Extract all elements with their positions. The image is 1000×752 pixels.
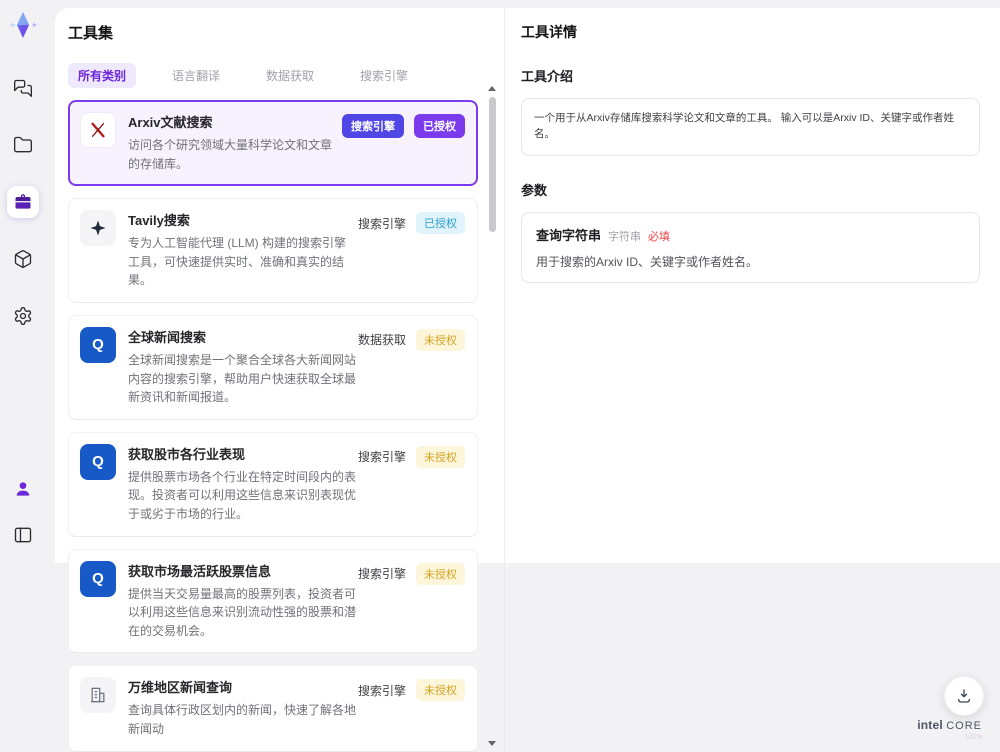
tool-status-badge: 已授权	[416, 212, 465, 234]
tool-category-badge: 数据获取	[358, 331, 406, 348]
tool-card[interactable]: 万维地区新闻查询 查询具体行政区划内的新闻，快速了解各地新闻动 搜索引擎 未授权	[68, 665, 478, 751]
tool-description: 访问各个研究领域大量科学论文和文章的存储库。	[128, 136, 342, 173]
tool-status-badge: 未授权	[416, 446, 465, 468]
params-heading: 参数	[521, 180, 980, 199]
category-tab[interactable]: 搜索引擎	[350, 63, 418, 88]
tool-name: 获取股市各行业表现	[128, 444, 358, 463]
detail-panel: 工具详情 工具介绍 一个用于从Arxiv存储库搜索科学论文和文章的工具。 输入可…	[505, 8, 1000, 752]
detail-title: 工具详情	[521, 22, 980, 42]
tool-status-badge: 已授权	[414, 114, 465, 138]
tool-description: 提供当天交易量最高的股票列表，投资者可以利用这些信息来识别流动性强的股票和潜在的…	[128, 585, 358, 641]
profile-avatar-icon[interactable]	[7, 473, 39, 505]
sidebar	[0, 0, 45, 563]
sidebar-item-chat[interactable]	[7, 72, 39, 104]
param-description: 用于搜索的Arxiv ID、关键字或作者姓名。	[536, 253, 965, 270]
tool-icon: Q	[80, 444, 116, 480]
tool-list: Arxiv文献搜索 访问各个研究领域大量科学论文和文章的存储库。 搜索引擎 已授…	[68, 100, 478, 752]
scrollbar[interactable]	[487, 86, 497, 746]
news-logo-icon: Q	[92, 336, 104, 353]
param-required-badge: 必填	[648, 228, 670, 244]
tool-icon: Q	[80, 327, 116, 363]
tools-panel: 工具集 所有类别语言翻译数据获取搜索引擎 Arxiv文献搜索 访问各个研究领域大…	[55, 8, 505, 752]
page-title: 工具集	[68, 22, 504, 43]
intro-box: 一个用于从Arxiv存储库搜索科学论文和文章的工具。 输入可以是Arxiv ID…	[521, 98, 980, 156]
arxiv-icon	[88, 120, 108, 140]
tavily-star-icon	[88, 218, 108, 238]
category-tabs: 所有类别 语言翻译 数据获取 搜索引擎	[68, 63, 504, 88]
tool-name: Tavily搜索	[128, 210, 358, 229]
tool-category-badge: 搜索引擎	[358, 448, 406, 465]
tool-icon	[80, 210, 116, 246]
tool-icon	[80, 677, 116, 713]
tool-name: 万维地区新闻查询	[128, 677, 358, 696]
param-name: 查询字符串	[536, 225, 601, 244]
tool-description: 全球新闻搜索是一个聚合全球各大新闻网站内容的搜索引擎，帮助用户快速获取全球最新资…	[128, 351, 358, 407]
scroll-down-icon[interactable]	[488, 741, 496, 746]
category-tab[interactable]: 语言翻译	[162, 63, 230, 88]
news-logo-icon: Q	[92, 453, 104, 470]
tool-card[interactable]: Q 全球新闻搜索 全球新闻搜索是一个聚合全球各大新闻网站内容的搜索引擎，帮助用户…	[68, 315, 478, 420]
tool-card[interactable]: Q 获取市场最活跃股票信息 提供当天交易量最高的股票列表，投资者可以利用这些信息…	[68, 549, 478, 654]
scroll-up-icon[interactable]	[488, 86, 496, 91]
gear-icon	[13, 306, 33, 326]
scrollbar-thumb[interactable]	[489, 97, 496, 232]
tool-category-badge: 搜索引擎	[358, 565, 406, 582]
download-button[interactable]	[944, 676, 984, 716]
sidebar-item-settings[interactable]	[7, 300, 39, 332]
sidebar-item-files[interactable]	[7, 129, 39, 161]
intro-heading: 工具介绍	[521, 66, 980, 85]
tool-category-badge: 搜索引擎	[358, 682, 406, 699]
tool-icon: Q	[80, 561, 116, 597]
tool-status-badge: 未授权	[416, 563, 465, 585]
panel-toggle-icon[interactable]	[7, 519, 39, 551]
download-icon	[955, 687, 973, 705]
folder-icon	[13, 135, 33, 155]
tool-name: Arxiv文献搜索	[128, 112, 342, 131]
param-box: 查询字符串 字符串 必填 用于搜索的Arxiv ID、关键字或作者姓名。	[521, 212, 980, 283]
category-tab[interactable]: 数据获取	[256, 63, 324, 88]
toolbox-icon	[13, 192, 33, 212]
tool-category-badge: 搜索引擎	[342, 114, 404, 138]
param-type: 字符串	[608, 228, 641, 244]
tool-card[interactable]: Arxiv文献搜索 访问各个研究领域大量科学论文和文章的存储库。 搜索引擎 已授…	[68, 100, 478, 186]
tool-icon	[80, 112, 116, 148]
tool-description: 查询具体行政区划内的新闻，快速了解各地新闻动	[128, 701, 358, 738]
tool-status-badge: 未授权	[416, 679, 465, 701]
tool-card[interactable]: Tavily搜索 专为人工智能代理 (LLM) 构建的搜索引擎工具，可快速提供实…	[68, 198, 478, 303]
tool-name: 获取市场最活跃股票信息	[128, 561, 358, 580]
tool-name: 全球新闻搜索	[128, 327, 358, 346]
app-logo-icon[interactable]	[6, 8, 40, 42]
tool-description: 专为人工智能代理 (LLM) 构建的搜索引擎工具，可快速提供实时、准确和真实的结…	[128, 234, 358, 290]
sidebar-item-packages[interactable]	[7, 243, 39, 275]
chat-icon	[13, 78, 33, 98]
intel-core-logo: intel CORE Ultra	[917, 719, 982, 742]
tool-card[interactable]: Q 获取股市各行业表现 提供股票市场各个行业在特定时间段内的表现。投资者可以利用…	[68, 432, 478, 537]
building-icon	[88, 685, 108, 705]
main-card: 工具集 所有类别语言翻译数据获取搜索引擎 Arxiv文献搜索 访问各个研究领域大…	[55, 8, 1000, 563]
tool-description: 提供股票市场各个行业在特定时间段内的表现。投资者可以利用这些信息来识别表现优于或…	[128, 468, 358, 524]
news-logo-icon: Q	[92, 570, 104, 587]
tool-status-badge: 未授权	[416, 329, 465, 351]
cube-icon	[13, 249, 33, 269]
tool-category-badge: 搜索引擎	[358, 215, 406, 232]
category-tab[interactable]: 所有类别	[68, 63, 136, 88]
sidebar-item-tools[interactable]	[7, 186, 39, 218]
